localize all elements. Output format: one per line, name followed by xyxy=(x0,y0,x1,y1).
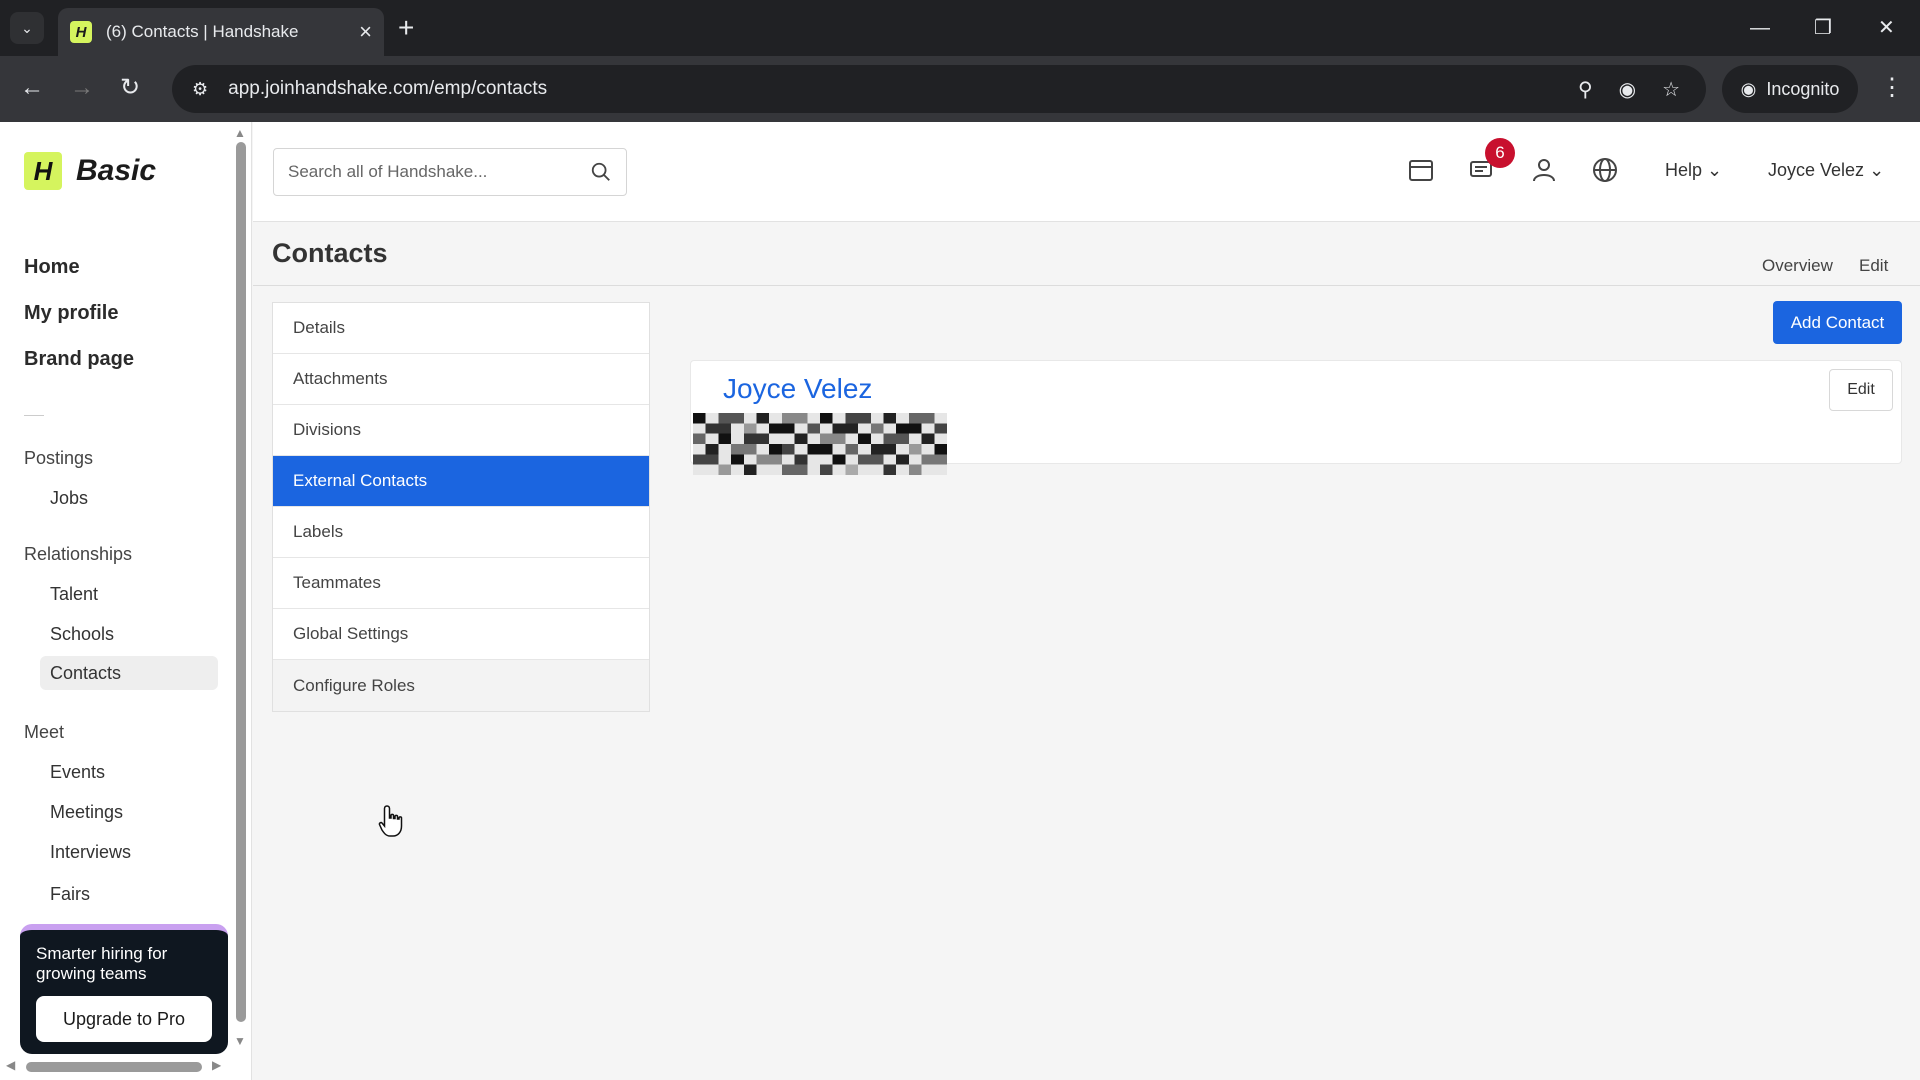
sidebar-item-contacts[interactable]: Contacts xyxy=(40,656,218,690)
tab-overview[interactable]: Overview xyxy=(1762,256,1833,276)
calendar-icon[interactable] xyxy=(1407,156,1435,184)
sidebar-horizontal-scrollbar[interactable] xyxy=(26,1062,202,1072)
incognito-label: Incognito xyxy=(1766,78,1840,99)
bookmark-star-icon[interactable]: ☆ xyxy=(1662,77,1680,102)
contact-edit-button[interactable]: Edit xyxy=(1829,369,1893,411)
handshake-favicon-icon: H xyxy=(70,21,92,43)
incognito-icon: ◉ xyxy=(1740,78,1757,99)
sidebar-vertical-scrollbar[interactable] xyxy=(236,142,246,1022)
sidebar-section-relationships: Relationships xyxy=(24,544,133,564)
settings-menu: Details Attachments Divisions External C… xyxy=(272,302,650,712)
page-divider xyxy=(253,285,1920,286)
menu-item-external-contacts[interactable]: External Contacts xyxy=(273,456,649,507)
menu-item-global-settings[interactable]: Global Settings xyxy=(273,609,649,660)
search-input[interactable] xyxy=(288,162,590,182)
notification-badge: 6 xyxy=(1485,138,1515,168)
forward-arrow-icon[interactable]: → xyxy=(70,72,94,104)
search-box xyxy=(273,148,627,196)
site-settings-icon[interactable]: ⚙ xyxy=(192,79,208,100)
user-menu[interactable]: Joyce Velez ⌄ xyxy=(1768,160,1884,181)
page-title: Contacts xyxy=(272,238,388,268)
app-root: H Basic Home My profile Brand page Posti… xyxy=(0,122,1920,1080)
scroll-right-arrow-icon[interactable]: ▶ xyxy=(212,1058,221,1072)
new-tab-plus-icon[interactable]: + xyxy=(398,12,414,44)
sidebar: H Basic Home My profile Brand page Posti… xyxy=(0,122,252,1080)
sidebar-item-events[interactable]: Events xyxy=(50,762,105,783)
sidebar-section-meet: Meet xyxy=(24,722,65,742)
sidebar-item-schools[interactable]: Schools xyxy=(50,624,114,645)
browser-menu-icon[interactable]: ⋮ xyxy=(1880,72,1904,104)
menu-item-attachments[interactable]: Attachments xyxy=(273,354,649,405)
add-contact-button[interactable]: Add Contact xyxy=(1773,301,1902,344)
tab-list-chevron-icon[interactable]: ⌄ xyxy=(10,12,44,44)
browser-tab-bar: ⌄ H (6) Contacts | Handshake × + — ❐ ✕ xyxy=(0,0,1920,56)
upgrade-promo-card: Smarter hiring for growing teams Upgrade… xyxy=(20,924,228,1054)
tab-edit[interactable]: Edit xyxy=(1859,256,1888,276)
browser-tab[interactable]: H (6) Contacts | Handshake × xyxy=(58,8,384,56)
zoom-icon[interactable]: ⚲ xyxy=(1578,77,1593,102)
tab-close-icon[interactable]: × xyxy=(359,21,372,43)
sidebar-section-postings: Postings xyxy=(24,448,94,468)
chevron-down-icon: ⌄ xyxy=(1707,160,1723,180)
reload-icon[interactable]: ↻ xyxy=(120,72,140,104)
sidebar-divider xyxy=(24,415,44,416)
sidebar-item-jobs[interactable]: Jobs xyxy=(50,488,88,509)
scroll-up-arrow-icon[interactable]: ▲ xyxy=(234,126,246,140)
eye-slash-icon[interactable]: ◉ xyxy=(1619,77,1636,102)
redacted-contact-info xyxy=(693,413,947,475)
incognito-indicator[interactable]: ◉ Incognito xyxy=(1722,65,1858,113)
contact-name-link[interactable]: Joyce Velez xyxy=(723,373,872,405)
tab-title: (6) Contacts | Handshake xyxy=(106,22,299,41)
menu-item-teammates[interactable]: Teammates xyxy=(273,558,649,609)
brand-name: Basic xyxy=(76,154,157,187)
handshake-logo-icon: H xyxy=(24,152,62,190)
top-header: 6 Help ⌄ Joyce Velez ⌄ xyxy=(253,122,1920,222)
sidebar-item-my-profile[interactable]: My profile xyxy=(24,302,118,325)
menu-item-labels[interactable]: Labels xyxy=(273,507,649,558)
chevron-down-icon: ⌄ xyxy=(1869,160,1885,180)
sidebar-item-brand-page[interactable]: Brand page xyxy=(24,348,134,371)
sidebar-item-interviews[interactable]: Interviews xyxy=(50,842,131,863)
menu-item-configure-roles[interactable]: Configure Roles xyxy=(273,660,649,711)
hand-pointer-cursor-icon xyxy=(378,805,403,837)
menu-item-divisions[interactable]: Divisions xyxy=(273,405,649,456)
url-text[interactable]: app.joinhandshake.com/emp/contacts xyxy=(228,78,1578,100)
back-arrow-icon[interactable]: ← xyxy=(20,72,44,104)
window-close-icon[interactable]: ✕ xyxy=(1878,12,1895,44)
brand-logo-link[interactable]: H Basic xyxy=(24,152,156,190)
help-menu[interactable]: Help ⌄ xyxy=(1665,160,1722,181)
globe-icon[interactable] xyxy=(1591,156,1619,184)
contact-card: Joyce Velez Edit xyxy=(690,360,1902,475)
minimize-icon[interactable]: — xyxy=(1750,12,1770,44)
sidebar-item-home[interactable]: Home xyxy=(24,256,80,279)
search-icon[interactable] xyxy=(590,161,612,183)
help-label: Help xyxy=(1665,160,1703,180)
browser-toolbar: ← → ↻ ⚙ app.joinhandshake.com/emp/contac… xyxy=(0,56,1920,122)
menu-item-details[interactable]: Details xyxy=(273,303,649,354)
address-bar[interactable]: ⚙ app.joinhandshake.com/emp/contacts ⚲ ◉… xyxy=(172,65,1706,113)
sidebar-item-talent[interactable]: Talent xyxy=(50,584,98,605)
promo-text: Smarter hiring for growing teams xyxy=(36,944,168,983)
sidebar-item-fairs[interactable]: Fairs xyxy=(50,884,90,905)
user-name: Joyce Velez xyxy=(1768,160,1865,180)
restore-icon[interactable]: ❐ xyxy=(1814,12,1832,44)
user-icon[interactable] xyxy=(1530,156,1558,184)
sidebar-item-meetings[interactable]: Meetings xyxy=(50,802,123,823)
scroll-left-arrow-icon[interactable]: ◀ xyxy=(6,1058,15,1072)
upgrade-to-pro-button[interactable]: Upgrade to Pro xyxy=(36,996,212,1042)
scroll-down-arrow-icon[interactable]: ▼ xyxy=(234,1034,246,1048)
